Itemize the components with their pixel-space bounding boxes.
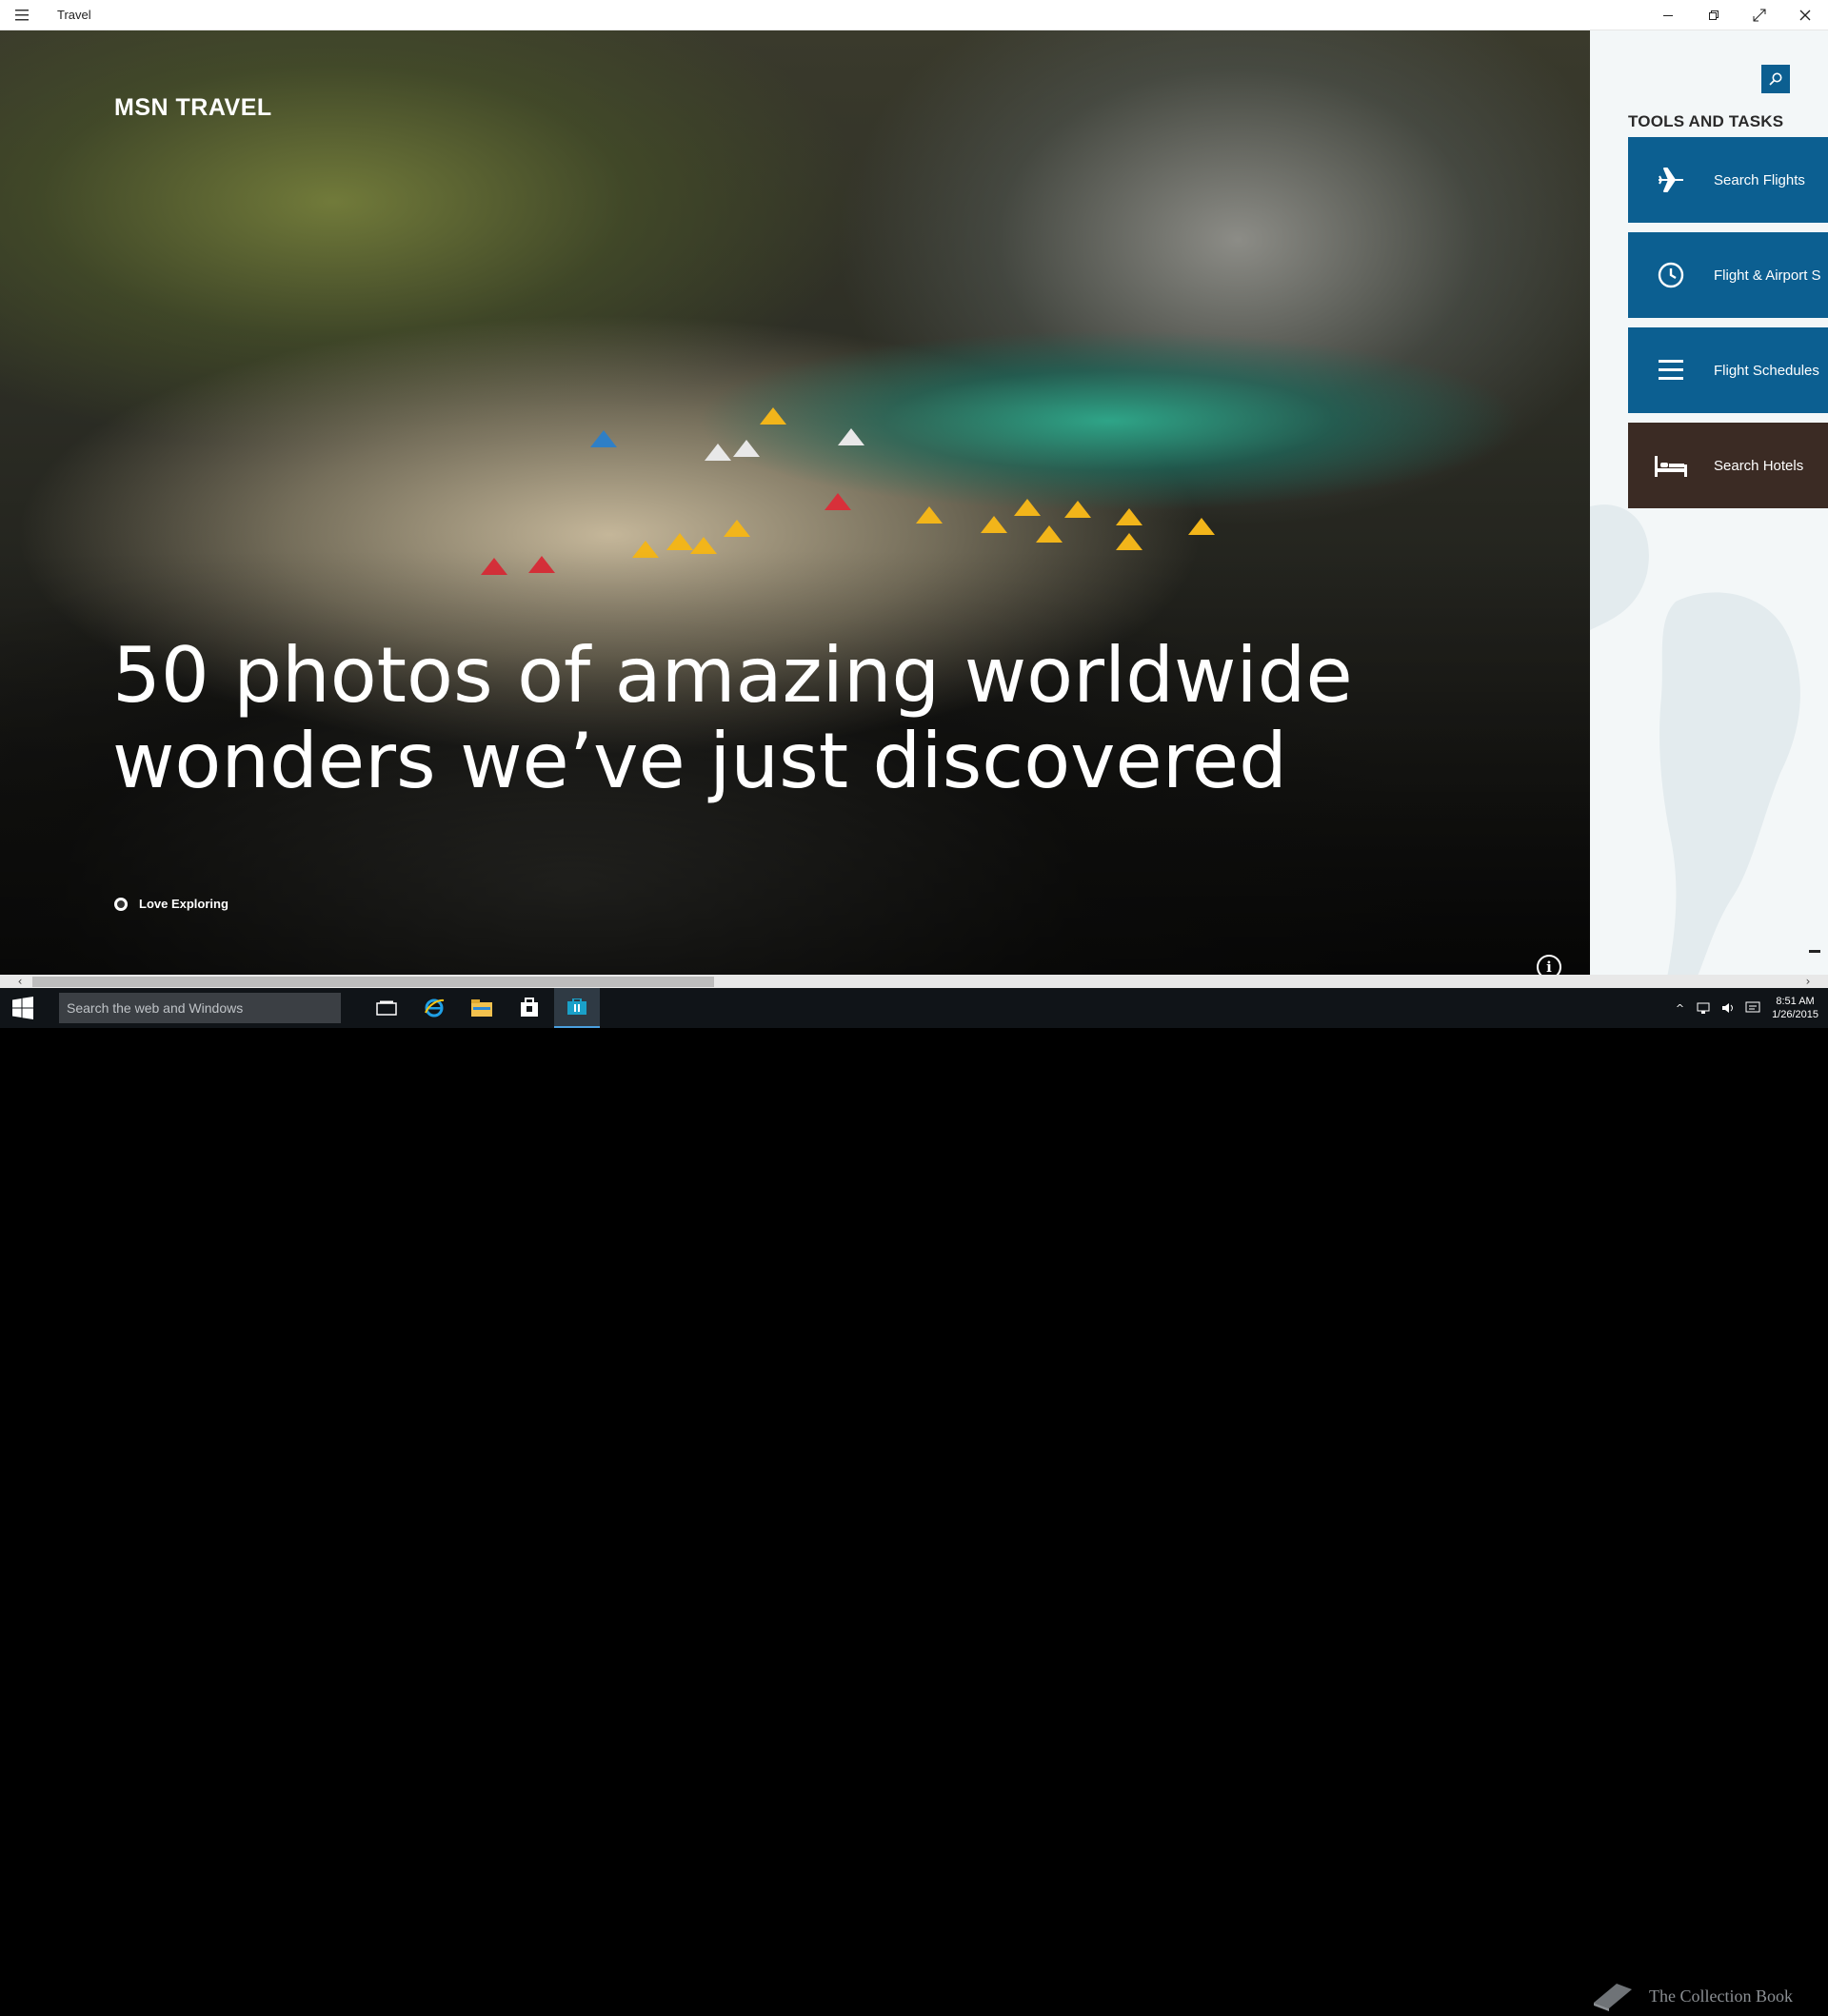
- tile-label: Search Flights: [1714, 171, 1805, 188]
- network-icon[interactable]: [1696, 1001, 1711, 1015]
- tile-label: Search Hotels: [1714, 457, 1804, 474]
- internet-explorer-icon[interactable]: [411, 988, 457, 1028]
- list-icon: [1628, 327, 1714, 413]
- book-icon: [1594, 1984, 1632, 2011]
- file-explorer-icon[interactable]: [459, 988, 505, 1028]
- action-center-icon[interactable]: [1745, 1001, 1760, 1015]
- search-button[interactable]: [1761, 65, 1790, 93]
- scroll-right-icon[interactable]: ›: [1801, 975, 1815, 988]
- fullscreen-button[interactable]: [1737, 0, 1782, 30]
- window-title: Travel: [57, 8, 91, 22]
- article-source[interactable]: Love Exploring: [114, 897, 228, 911]
- hero-headline[interactable]: 50 photos of amazing worldwide wonders w…: [112, 633, 1369, 804]
- tools-panel: TOOLS AND TASKS Search Flights Flight & …: [1590, 30, 1828, 975]
- bed-icon: [1628, 423, 1714, 508]
- volume-icon[interactable]: [1720, 1001, 1736, 1015]
- taskbar-search-placeholder: Search the web and Windows: [67, 1000, 244, 1016]
- system-tray: ^ 8:51 AM 1/26/2015: [1676, 988, 1828, 1028]
- tools-heading: TOOLS AND TASKS: [1628, 112, 1784, 130]
- restore-button[interactable]: [1691, 0, 1737, 30]
- tile-label: Flight Schedules: [1714, 362, 1819, 379]
- clock-date: 1/26/2015: [1772, 1009, 1818, 1020]
- travel-app-taskbar-icon[interactable]: [554, 988, 600, 1028]
- flight-schedules-tile[interactable]: Flight Schedules: [1628, 327, 1828, 413]
- close-button[interactable]: [1782, 0, 1828, 30]
- taskbar-search-box[interactable]: Search the web and Windows: [59, 993, 341, 1023]
- source-logo-icon: [114, 897, 128, 911]
- flight-airport-status-tile[interactable]: Flight & Airport S: [1628, 232, 1828, 318]
- minimize-button[interactable]: [1645, 0, 1691, 30]
- search-flights-tile[interactable]: Search Flights: [1628, 137, 1828, 223]
- scroll-left-icon[interactable]: ‹: [13, 975, 27, 988]
- clock-icon: [1628, 232, 1714, 318]
- show-hidden-icons-icon[interactable]: ^: [1676, 1002, 1684, 1015]
- scrollbar-thumb[interactable]: [32, 977, 714, 987]
- task-view-icon[interactable]: [364, 988, 409, 1028]
- horizontal-scrollbar[interactable]: ‹ ›: [0, 975, 1828, 988]
- title-bar: Travel: [0, 0, 1828, 30]
- search-icon: [1769, 72, 1782, 86]
- search-hotels-tile[interactable]: Search Hotels: [1628, 423, 1828, 508]
- info-icon[interactable]: i: [1537, 955, 1561, 975]
- store-icon[interactable]: [507, 988, 552, 1028]
- clock-time: 8:51 AM: [1776, 996, 1815, 1007]
- hero-image[interactable]: MSN TRAVEL 50 photos of amazing worldwid…: [0, 30, 1590, 975]
- source-name: Love Exploring: [139, 897, 228, 911]
- watermark-text: The Collection Book: [1649, 1986, 1793, 2006]
- windows-logo-icon: [12, 997, 33, 1019]
- watermark: The Collection Book: [1590, 1976, 1793, 2016]
- window-controls: [1645, 0, 1828, 30]
- tile-label: Flight & Airport S: [1714, 267, 1821, 284]
- world-map-background: [1590, 504, 1800, 975]
- taskbar: Search the web and Windows The Collectio…: [0, 988, 1828, 2011]
- taskbar-clock[interactable]: 8:51 AM 1/26/2015: [1772, 995, 1818, 1021]
- start-button[interactable]: [0, 988, 46, 1028]
- zoom-out-button[interactable]: [1809, 950, 1820, 953]
- hero-shade: [0, 30, 1590, 975]
- airplane-icon: [1628, 137, 1714, 223]
- app-brand[interactable]: MSN TRAVEL: [114, 94, 272, 122]
- hamburger-menu-icon[interactable]: [0, 0, 44, 30]
